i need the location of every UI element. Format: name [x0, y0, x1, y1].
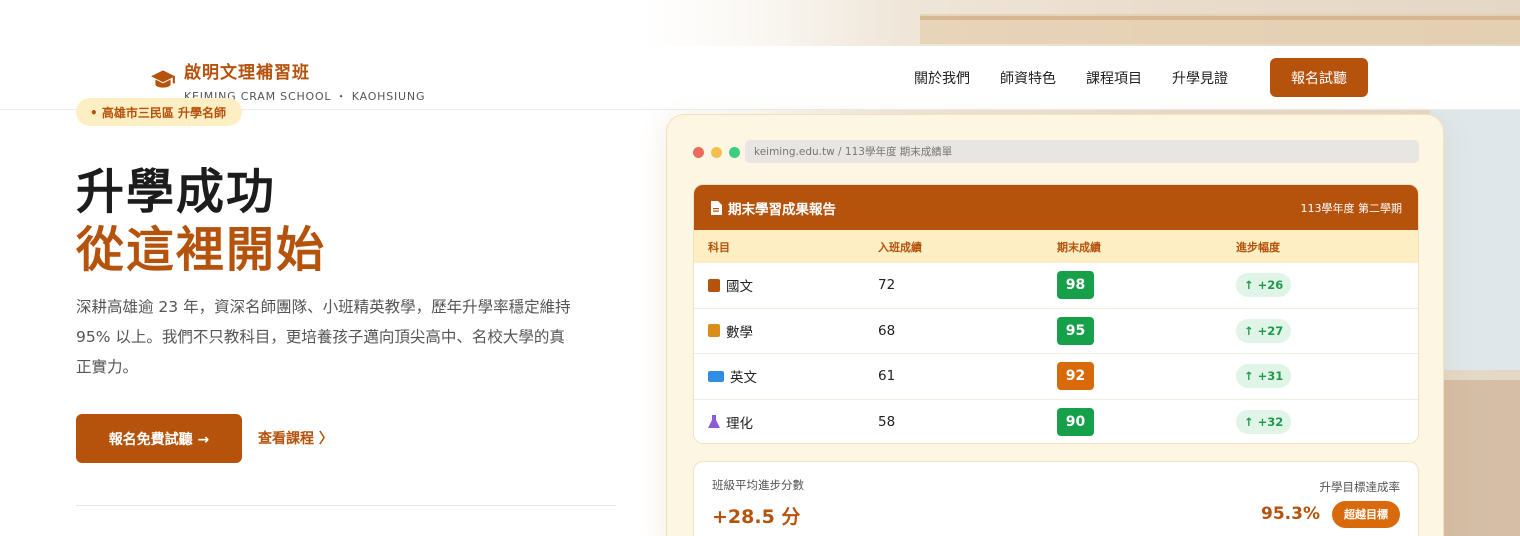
nav-item-courses[interactable]: 課程項目: [1086, 68, 1142, 88]
report-title: 期末學習成果報告: [728, 201, 836, 218]
flask-icon: [708, 415, 720, 429]
goal-rate-label: 升學目標達成率: [1319, 480, 1401, 494]
nav-item-teachers[interactable]: 師資特色: [1000, 68, 1056, 88]
report-header: 期末學習成果報告 113學年度 第二學期: [694, 185, 1418, 230]
improvement-badge: ↑ +32: [1236, 410, 1292, 435]
free-trial-button[interactable]: 報名免費試聽 →: [76, 414, 242, 463]
avg-improvement-value: +28.5 分: [712, 506, 801, 528]
brand-name: 啟明文理補習班: [184, 63, 310, 83]
book-icon: [708, 278, 720, 292]
document-icon: [711, 200, 722, 215]
table-row: 國文 72 98 ↑ +26: [694, 263, 1418, 309]
graduation-cap-icon: [151, 70, 175, 88]
close-dot-icon: [693, 147, 704, 158]
hero-title-line2: 從這裡開始: [76, 222, 327, 278]
location-tag: • 高雄市三民區 升學名師: [76, 98, 243, 126]
maximize-dot-icon: [729, 147, 740, 158]
main-nav: 關於我們 師資特色 課程項目 升學見證: [914, 68, 1258, 88]
col-final-score: 期末成績: [1057, 240, 1101, 254]
final-score-badge: 98: [1057, 271, 1094, 300]
summary-panel: 班級平均進步分數 +28.5 分 升學目標達成率 95.3% 超越目標: [693, 461, 1419, 536]
url-bar: keiming.edu.tw / 113學年度 期末成績單: [745, 140, 1419, 163]
improvement-badge: ↑ +31: [1236, 364, 1292, 389]
col-subject: 科目: [708, 240, 730, 254]
minimize-dot-icon: [711, 147, 722, 158]
exceed-goal-badge: 超越目標: [1332, 501, 1400, 528]
avg-improvement-label: 班級平均進步分數: [712, 478, 804, 492]
subject-name: 國文: [726, 279, 753, 296]
table-header: 科目 入班成績 期末成績 進步幅度: [694, 230, 1418, 263]
window-controls: [693, 147, 747, 158]
final-score-badge: 90: [1057, 408, 1094, 437]
entry-score: 72: [878, 277, 896, 294]
col-entry-score: 入班成績: [878, 240, 922, 254]
view-courses-link[interactable]: 查看課程 〉: [258, 428, 333, 448]
table-row: 英文 61 92 ↑ +31: [694, 354, 1418, 400]
nav-item-testimonials[interactable]: 升學見證: [1172, 68, 1228, 88]
table-row: 數學 68 95 ↑ +27: [694, 309, 1418, 354]
hero-description: 深耕高雄逾 23 年，資深名師團隊、小班精英教學，歷年升學率穩定維持 95% 以…: [76, 298, 571, 376]
final-score-badge: 92: [1057, 362, 1094, 391]
improvement-badge: ↑ +27: [1236, 318, 1292, 343]
report-term: 113學年度 第二學期: [1300, 201, 1403, 215]
final-score-badge: 95: [1057, 316, 1094, 345]
hero-divider: [76, 505, 616, 506]
report-table: 期末學習成果報告 113學年度 第二學期 科目 入班成績 期末成績 進步幅度 國…: [693, 184, 1419, 444]
trial-signup-button[interactable]: 報名試聽: [1270, 58, 1368, 97]
subject-name: 數學: [726, 324, 753, 341]
improvement-badge: ↑ +26: [1236, 273, 1292, 298]
entry-score: 58: [878, 414, 896, 431]
goal-rate-value: 95.3%: [1261, 504, 1320, 524]
calculator-icon: [708, 324, 720, 338]
browser-mockup-card: keiming.edu.tw / 113學年度 期末成績單 期末學習成果報告 1…: [666, 114, 1444, 536]
translate-icon: [708, 370, 724, 382]
entry-score: 68: [878, 322, 896, 339]
nav-item-about[interactable]: 關於我們: [914, 68, 970, 88]
col-improvement: 進步幅度: [1236, 240, 1280, 254]
table-row: 理化 58 90 ↑ +32: [694, 400, 1418, 444]
subject-name: 理化: [726, 416, 753, 433]
entry-score: 61: [878, 368, 896, 385]
subject-name: 英文: [730, 370, 757, 387]
